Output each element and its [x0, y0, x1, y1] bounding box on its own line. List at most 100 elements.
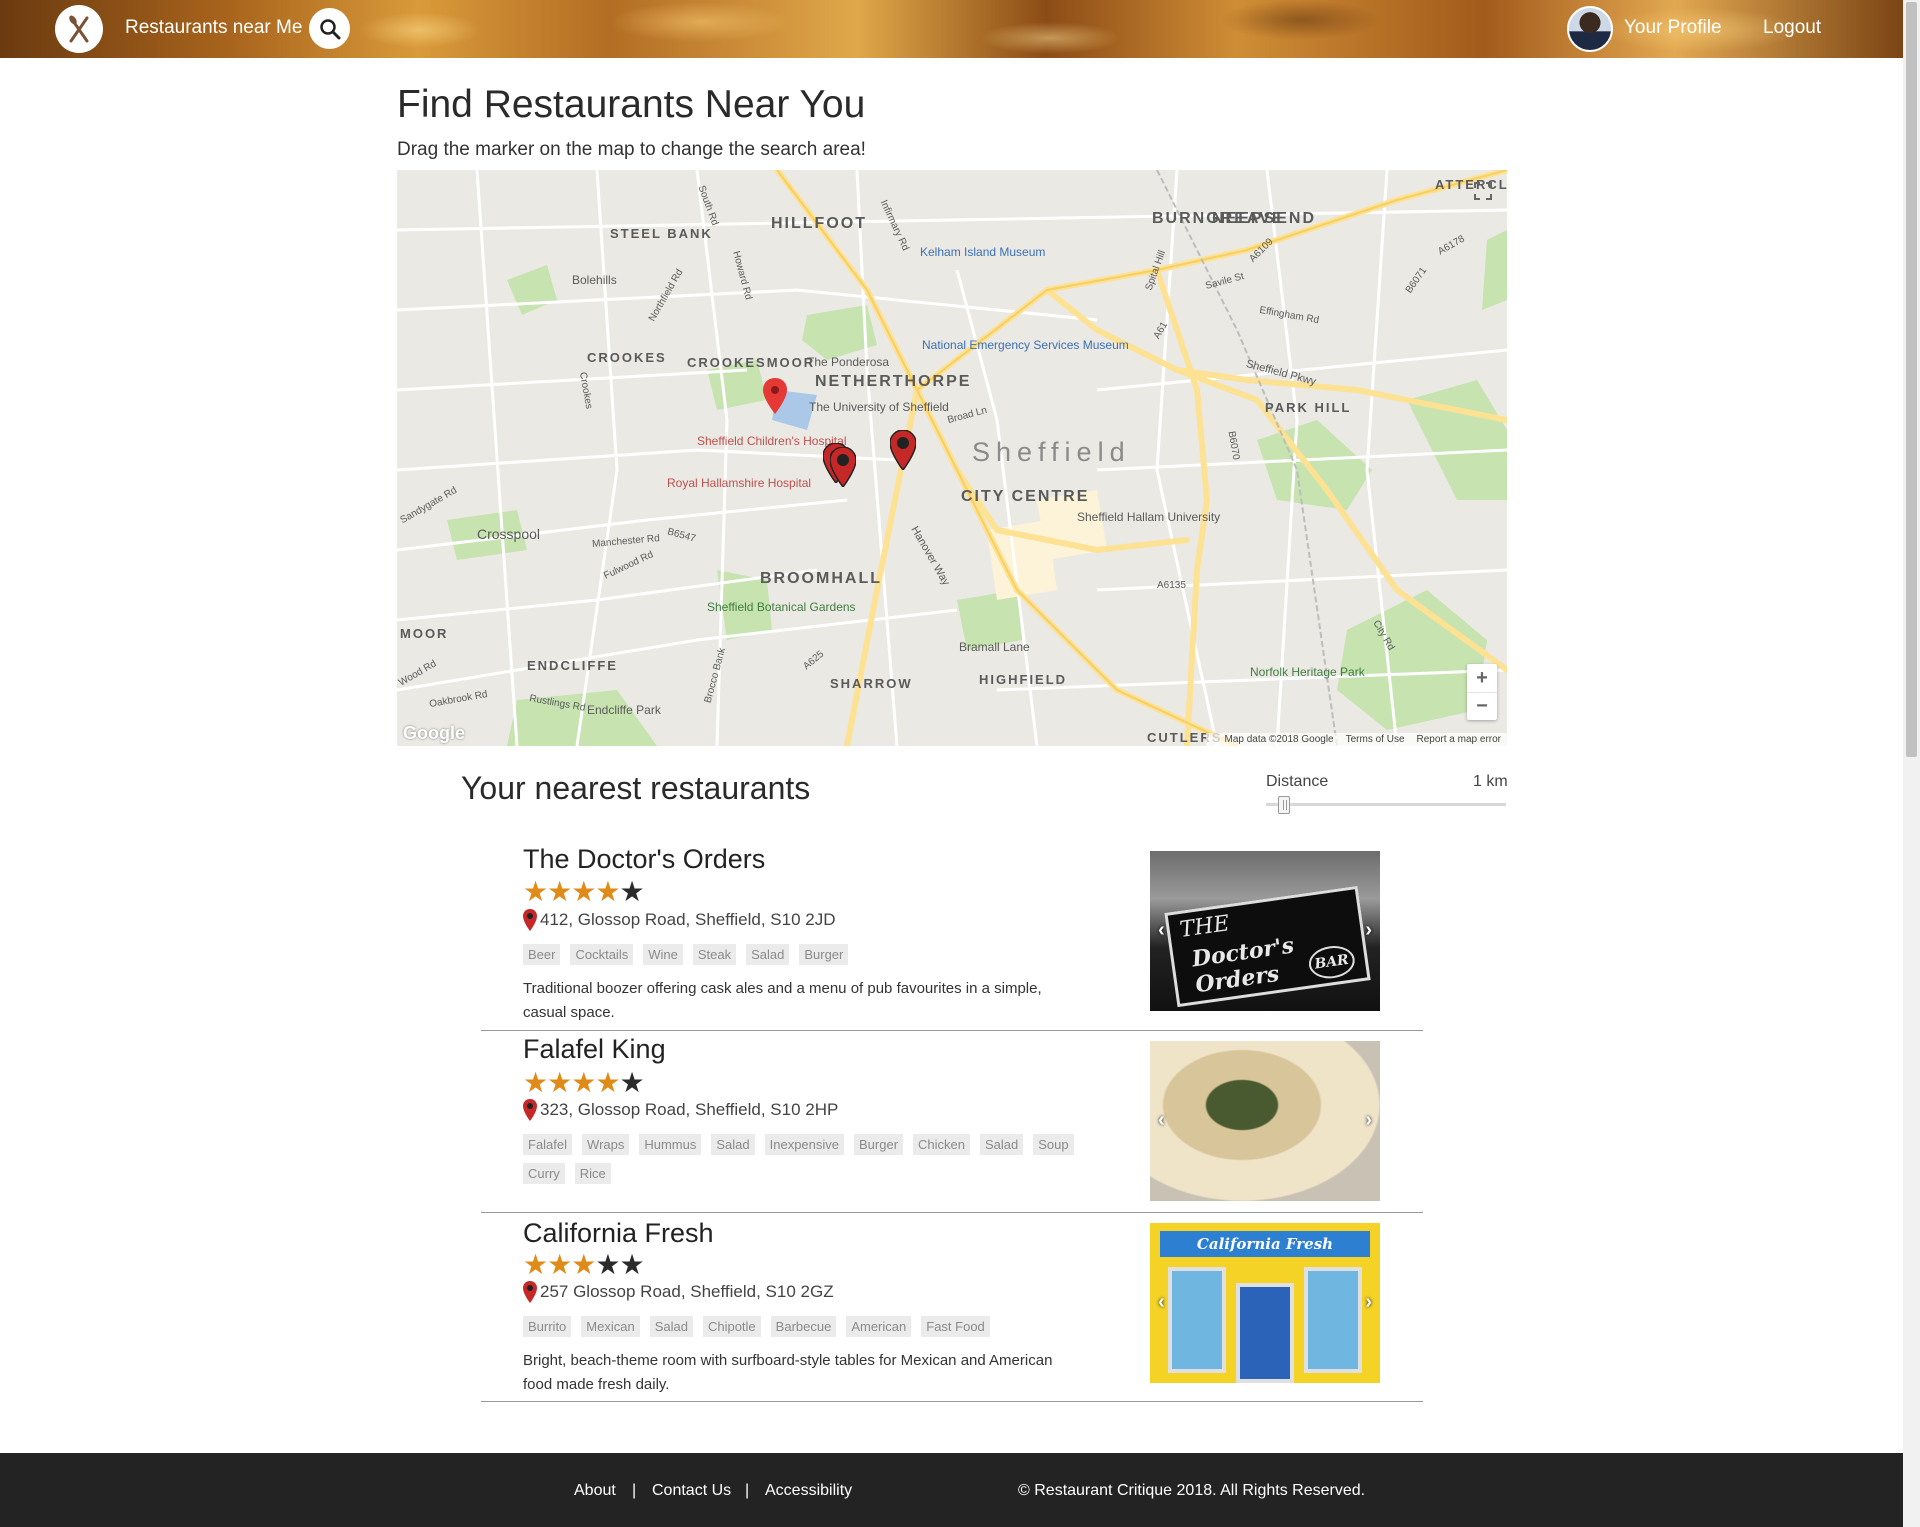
map-label-crookes: CROOKES	[587, 350, 667, 365]
map-label-hallam-uni: Sheffield Hallam University	[1077, 510, 1221, 524]
restaurant-photo[interactable]: ‹ ›	[1150, 1041, 1380, 1201]
shop-window	[1168, 1267, 1226, 1373]
restaurant-photo[interactable]: THE Doctor's Orders BAR ‹ ›	[1150, 851, 1380, 1011]
restaurant-tag[interactable]: Burger	[854, 1134, 904, 1155]
map-label-attercliffe: ATTERCLI	[1435, 177, 1507, 192]
restaurant-name[interactable]: California Fresh	[523, 1218, 714, 1249]
restaurant-name[interactable]: The Doctor's Orders	[523, 844, 765, 875]
page-title: Find Restaurants Near You	[397, 83, 866, 126]
map-road-a6135: A6135	[1157, 580, 1186, 591]
restaurant-photo[interactable]: California Fresh ‹ ›	[1150, 1223, 1380, 1383]
restaurant-tag[interactable]: Soup	[1033, 1134, 1074, 1155]
map-label-kelham: Kelham Island Museum	[920, 245, 1046, 259]
report-map-error-link[interactable]: Report a map error	[1417, 734, 1501, 745]
restaurant-tag[interactable]: Barbecue	[770, 1316, 837, 1337]
zoom-out-button[interactable]: −	[1467, 692, 1497, 720]
restaurant-card[interactable]: Falafel King ★★★★★ 323, Glossop Road, Sh…	[481, 1031, 1423, 1213]
restaurant-address: 412, Glossop Road, Sheffield, S10 2JD	[523, 909, 835, 931]
restaurant-tag[interactable]: Chicken	[913, 1134, 971, 1155]
carousel-prev-icon[interactable]: ‹	[1158, 1291, 1165, 1314]
star-empty-icon: ★	[619, 1067, 644, 1098]
restaurant-tag[interactable]: Salad	[711, 1134, 755, 1155]
restaurant-tag[interactable]: Beer	[523, 944, 561, 965]
map-label-bramall: Bramall Lane	[959, 640, 1030, 654]
star-filled-icon: ★	[571, 1249, 596, 1280]
restaurant-tags: Burrito Mexican Salad Chipotle Barbecue Ameri…	[523, 1316, 1083, 1337]
restaurant-description: Bright, beach-theme room with surfboard-…	[523, 1352, 1053, 1393]
map-label-crookesmoor: CROOKESMOOR	[687, 355, 816, 370]
restaurant-tag[interactable]: Salad	[980, 1134, 1024, 1155]
carousel-prev-icon[interactable]: ‹	[1158, 919, 1165, 942]
star-filled-icon: ★	[547, 876, 572, 907]
star-filled-icon: ★	[547, 1067, 572, 1098]
restaurant-tag[interactable]: Salad	[649, 1316, 693, 1337]
map-label-ponderosa: The Ponderosa	[807, 355, 890, 369]
map-label-endcliffe-park: Endcliffe Park	[587, 703, 661, 717]
map-label-endcliffe: ENDCLIFFE	[527, 658, 618, 673]
terms-of-use-link[interactable]: Terms of Use	[1346, 734, 1405, 745]
map-label-burngreave: BURNGREAVE	[1152, 210, 1285, 227]
your-profile-link[interactable]: Your Profile	[1624, 17, 1722, 39]
search-map[interactable]: NEEPSEND HILLFOOT BURNGREAVE STEEL BANK …	[397, 170, 1507, 746]
restaurant-rating: ★★★★★	[523, 1067, 645, 1098]
restaurant-address-text: 412, Glossop Road, Sheffield, S10 2JD	[540, 910, 836, 929]
map-label-childrens-hospital: Sheffield Children's Hospital	[697, 434, 847, 448]
distance-slider-handle[interactable]	[1278, 796, 1290, 814]
carousel-prev-icon[interactable]: ‹	[1158, 1109, 1165, 1132]
footer-contact-link[interactable]: Contact Us	[652, 1482, 731, 1500]
search-icon[interactable]	[309, 8, 350, 49]
carousel-next-icon[interactable]: ›	[1365, 919, 1372, 942]
cutlery-logo-icon[interactable]	[55, 5, 103, 53]
zoom-in-button[interactable]: +	[1467, 664, 1497, 692]
star-filled-icon: ★	[523, 1067, 548, 1098]
map-label-botanical: Sheffield Botanical Gardens	[707, 600, 856, 614]
star-filled-icon: ★	[571, 876, 596, 907]
restaurant-tag[interactable]: Rice	[574, 1163, 611, 1184]
fullscreen-icon[interactable]	[1474, 182, 1492, 200]
location-pin-icon	[523, 1281, 537, 1303]
brand-link[interactable]: Restaurants near Me	[125, 17, 302, 39]
map-label-norfolk-park: Norfolk Heritage Park	[1250, 665, 1365, 679]
restaurant-tag[interactable]: Mexican	[581, 1316, 640, 1337]
footer-about-link[interactable]: About	[574, 1482, 616, 1500]
search-area-marker-icon[interactable]	[763, 378, 787, 414]
california-fresh-sign: California Fresh	[1160, 1231, 1370, 1257]
restaurant-tag[interactable]: Hummus	[639, 1134, 702, 1155]
restaurant-tag[interactable]: American	[846, 1316, 912, 1337]
restaurant-tags: Beer Cocktails Wine Steak Salad Burger	[523, 944, 1083, 965]
restaurant-tag[interactable]: Chipotle	[702, 1316, 761, 1337]
distance-value: 1 km	[1473, 773, 1508, 790]
restaurant-tag[interactable]: Wine	[643, 944, 683, 965]
star-empty-icon: ★	[619, 1249, 644, 1280]
map-label-moor: MOOR	[400, 626, 449, 641]
star-empty-icon: ★	[595, 1249, 620, 1280]
distance-slider-track[interactable]	[1266, 803, 1506, 806]
restaurant-tag[interactable]: Inexpensive	[764, 1134, 845, 1155]
restaurant-marker-icon[interactable]	[830, 447, 856, 487]
location-pin-icon	[523, 909, 537, 931]
restaurant-tags: Falafel Wraps Hummus Salad Inexpensive Burger…	[523, 1134, 1083, 1184]
restaurant-tag[interactable]: Burger	[799, 944, 849, 965]
map-credits: Map data ©2018 Google Terms of Use Report …	[1206, 733, 1507, 746]
restaurant-tag[interactable]: Cocktails	[570, 944, 634, 965]
restaurant-tag[interactable]: Wraps	[582, 1134, 630, 1155]
restaurant-address: 257 Glossop Road, Sheffield, S10 2GZ	[523, 1281, 834, 1303]
footer-accessibility-link[interactable]: Accessibility	[765, 1482, 852, 1500]
profile-avatar[interactable]	[1567, 6, 1613, 52]
restaurant-name[interactable]: Falafel King	[523, 1034, 666, 1065]
restaurant-tag[interactable]: Steak	[692, 944, 737, 965]
restaurant-card[interactable]: California Fresh ★★★★★ 257 Glossop Road,…	[481, 1213, 1423, 1402]
carousel-next-icon[interactable]: ›	[1365, 1291, 1372, 1314]
restaurant-tag[interactable]: Salad	[746, 944, 790, 965]
restaurant-card[interactable]: The Doctor's Orders ★★★★★ 412, Glossop R…	[481, 840, 1423, 1031]
scrollbar-thumb[interactable]	[1906, 2, 1917, 757]
logout-link[interactable]: Logout	[1763, 17, 1821, 39]
restaurant-tag[interactable]: Fast Food	[921, 1316, 990, 1337]
carousel-next-icon[interactable]: ›	[1365, 1109, 1372, 1132]
map-label-sharrow: SHARROW	[830, 676, 913, 691]
star-filled-icon: ★	[523, 876, 548, 907]
restaurant-marker-icon[interactable]	[890, 430, 916, 470]
restaurant-tag[interactable]: Burrito	[523, 1316, 572, 1337]
restaurant-tag[interactable]: Curry	[523, 1163, 565, 1184]
restaurant-tag[interactable]: Falafel	[523, 1134, 573, 1155]
